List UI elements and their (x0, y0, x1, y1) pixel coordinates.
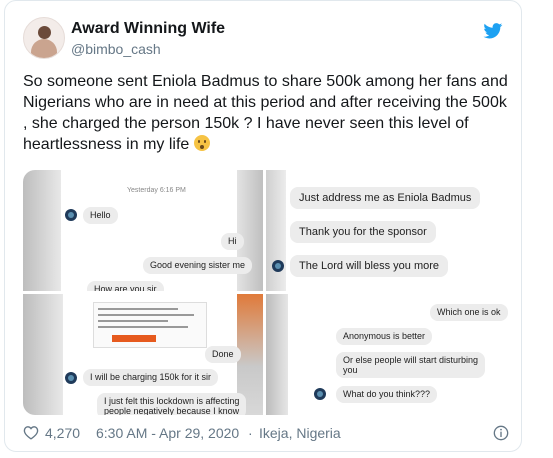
chat-message-line: I just felt this lockdown is affecting (104, 396, 240, 406)
chat-screenshot-3[interactable]: Done I will be charging 150k for it sir … (23, 294, 263, 415)
chat-message: Hello (83, 207, 118, 224)
chat-message: Thank you for the sponsor (290, 221, 436, 243)
chat-avatar (272, 260, 284, 272)
like-count[interactable]: 4,270 (45, 425, 80, 441)
separator-dot: · (248, 425, 253, 441)
chat-screenshot-2[interactable]: Just address me as Eniola Badmus Thank y… (266, 170, 509, 291)
chat-message: Or else people will start disturbing you (336, 352, 486, 378)
chat-screenshot-1[interactable]: Yesterday 6:16 PM Hello Hi Good evening … (23, 170, 263, 291)
chat-message: The Lord will bless you more (290, 255, 449, 277)
tweet-card: Award Winning Wife @bimbo_cash So someon… (4, 0, 522, 452)
tweet-body: So someone sent Eniola Badmus to share 5… (23, 73, 508, 153)
chat-message: Just address me as Eniola Badmus (290, 187, 481, 209)
user-handle[interactable]: @bimbo_cash (71, 41, 161, 57)
chat-message: I just felt this lockdown is affecting p… (97, 393, 247, 415)
chat-timestamp: Yesterday 6:16 PM (127, 187, 186, 194)
chat-screenshot-4[interactable]: Which one is ok Anonymous is better Or e… (266, 294, 509, 415)
chat-message: Good evening sister me (143, 257, 253, 274)
tweet-media-grid[interactable]: Yesterday 6:16 PM Hello Hi Good evening … (23, 170, 509, 415)
chat-message-line: Or else people will start disturbing (343, 355, 479, 365)
chat-message: How are you sir (87, 281, 164, 291)
chat-message: Done (205, 346, 241, 363)
chat-avatar (65, 209, 77, 221)
display-name[interactable]: Award Winning Wife (71, 20, 225, 38)
chat-message-line: people negatively because I know (104, 406, 240, 415)
tweet-footer: 4,270 6:30 AM - Apr 29, 2020 · Ikeja, Ni… (23, 423, 509, 443)
info-icon[interactable] (493, 425, 509, 441)
bank-receipt-image (93, 302, 207, 348)
heart-icon[interactable] (23, 425, 39, 440)
chat-message: Which one is ok (430, 304, 508, 321)
chat-avatar (314, 388, 326, 400)
chat-avatar (65, 372, 77, 384)
chat-message: I will be charging 150k for it sir (83, 369, 219, 386)
tweet-timestamp[interactable]: 6:30 AM - Apr 29, 2020 (96, 425, 239, 441)
tweet-location[interactable]: Ikeja, Nigeria (259, 425, 341, 441)
tweet-text: So someone sent Eniola Badmus to share 5… (23, 71, 509, 155)
chat-message-line: you (343, 365, 358, 375)
hushed-face-icon (193, 135, 210, 151)
avatar[interactable] (23, 17, 65, 59)
chat-message: Hi (221, 233, 244, 250)
twitter-bird-icon[interactable] (483, 23, 503, 39)
chat-message: Anonymous is better (336, 328, 433, 345)
chat-message: What do you think??? (336, 386, 438, 403)
